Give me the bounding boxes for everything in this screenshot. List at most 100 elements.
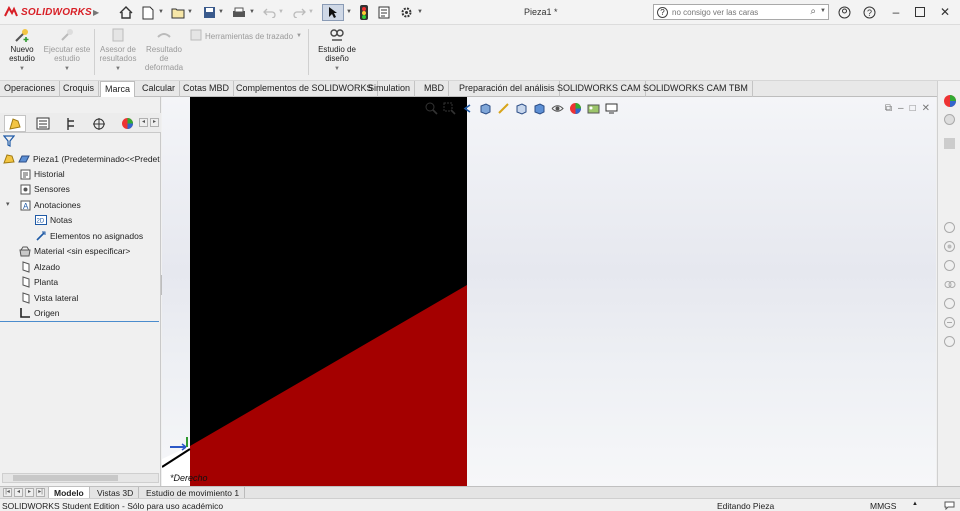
file-properties-icon[interactable] xyxy=(375,4,393,21)
tree-label: Historial xyxy=(34,169,65,179)
close-icon[interactable]: ✕ xyxy=(938,5,952,19)
tab-simulation[interactable]: Simulation xyxy=(364,81,416,97)
calculator-icon[interactable] xyxy=(942,334,957,349)
new-document-icon[interactable] xyxy=(139,4,157,21)
tree-item-planta[interactable]: Planta xyxy=(19,275,58,289)
design-library-icon[interactable] xyxy=(942,112,957,127)
edit-appearance-icon[interactable] xyxy=(568,101,582,115)
window-close-icon[interactable]: ✕ xyxy=(922,103,930,114)
tab-solidworks-cam-tbm[interactable]: SOLIDWORKS CAM TBM xyxy=(639,81,753,97)
home-icon[interactable] xyxy=(117,4,135,21)
apply-scene-icon[interactable] xyxy=(586,101,600,115)
window-maximize-icon[interactable]: □ xyxy=(910,103,916,114)
chevron-down-icon[interactable]: ▼ xyxy=(820,8,826,14)
search-icon[interactable]: ⌕ xyxy=(810,6,816,17)
tab-marca[interactable]: Marca xyxy=(100,81,136,98)
gear-icon[interactable] xyxy=(397,4,415,21)
tab-solidworks-cam[interactable]: SOLIDWORKS CAM xyxy=(553,81,646,97)
chevron-up-icon[interactable]: ▲ xyxy=(912,501,918,507)
tab-cotas-mbd[interactable]: Cotas MBD xyxy=(179,81,235,97)
solidworks-logo[interactable]: SOLIDWORKS xyxy=(4,5,92,18)
custom-properties-icon[interactable] xyxy=(942,136,957,151)
chevron-down-icon[interactable]: ▼ xyxy=(313,65,361,74)
tree-item-elementos-no-asignados[interactable]: Elementos no asignados xyxy=(35,229,143,243)
tree-item-vista-lateral[interactable]: Vista lateral xyxy=(19,291,78,305)
minimize-icon[interactable]: – xyxy=(889,5,903,19)
filter-icon[interactable] xyxy=(2,135,16,149)
forum-icon[interactable] xyxy=(942,315,957,330)
first-tab-icon[interactable]: |◂ xyxy=(3,488,12,497)
display-manager-tab-icon[interactable] xyxy=(116,115,138,132)
tree-item-alzado[interactable]: Alzado xyxy=(19,260,60,274)
chevron-down-icon[interactable]: ▼ xyxy=(158,9,164,15)
chevron-down-icon[interactable]: ▼ xyxy=(6,65,38,74)
design-study-button[interactable]: Estudio de diseño ▼ xyxy=(313,27,361,74)
dimxpert-tab-icon[interactable] xyxy=(88,115,110,132)
tab-operaciones[interactable]: Operaciones xyxy=(0,81,61,97)
svg-text:2D: 2D xyxy=(37,219,45,225)
search-box[interactable]: ? ⌕ ▼ xyxy=(653,4,829,20)
open-folder-icon[interactable] xyxy=(169,4,187,21)
chevron-down-icon[interactable]: ▼ xyxy=(187,9,193,15)
collapse-icon[interactable]: ▾ xyxy=(6,200,10,208)
chevron-right-icon[interactable]: ▸ xyxy=(150,118,159,127)
tree-item-historial[interactable]: Historial xyxy=(19,167,65,181)
chevron-left-icon[interactable]: ◂ xyxy=(139,118,148,127)
tab-mbd[interactable]: MBD xyxy=(420,81,449,97)
select-cursor-icon[interactable] xyxy=(322,4,344,21)
search-input[interactable] xyxy=(672,6,802,19)
user-account-icon[interactable] xyxy=(837,5,851,19)
rebuild-icon[interactable] xyxy=(355,4,373,21)
chevron-down-icon[interactable]: ▼ xyxy=(346,9,352,15)
rollback-bar[interactable] xyxy=(0,321,159,322)
next-tab-icon[interactable]: ▸ xyxy=(25,488,34,497)
hide-show-items-icon[interactable] xyxy=(550,101,564,115)
print-icon[interactable] xyxy=(230,4,248,21)
solidworks-resources-icon[interactable] xyxy=(942,239,957,254)
plot-tools-icon xyxy=(190,29,202,43)
save-icon[interactable] xyxy=(200,4,218,21)
help-icon[interactable]: ? xyxy=(862,5,876,19)
zoom-area-icon[interactable] xyxy=(442,101,456,115)
tree-item-origen[interactable]: Origen xyxy=(19,306,60,320)
view-palette-side-icon[interactable] xyxy=(942,220,957,235)
units-selector[interactable]: MMGS xyxy=(870,501,896,511)
graphics-area[interactable]: ⧉ – □ ✕ *Derecho xyxy=(162,97,936,486)
chevron-down-icon[interactable]: ▼ xyxy=(218,9,224,15)
appearances-icon[interactable] xyxy=(942,93,957,108)
window-minimize-icon[interactable]: – xyxy=(898,103,904,114)
tree-item-material[interactable]: Material <sin especificar> xyxy=(19,244,130,258)
tree-root-part[interactable]: Pieza1 (Predeterminado<<Predet xyxy=(3,152,160,166)
new-study-button[interactable]: Nuevo estudio ▼ xyxy=(6,27,38,74)
display-style-icon[interactable] xyxy=(532,101,546,115)
chevron-down-icon[interactable]: ▼ xyxy=(417,9,423,15)
tree-item-notas[interactable]: 2D Notas xyxy=(35,213,72,227)
view-orientation-icon[interactable] xyxy=(514,101,528,115)
tree-item-sensores[interactable]: Sensores xyxy=(19,182,70,196)
search-results-icon[interactable] xyxy=(942,296,957,311)
tab-complementos[interactable]: Complementos de SOLIDWORKS xyxy=(232,81,378,97)
window-restore-icon[interactable]: ⧉ xyxy=(885,103,892,114)
menu-expand-icon[interactable]: ▶ xyxy=(93,8,99,17)
previous-view-icon[interactable] xyxy=(460,101,474,115)
tab-croquis[interactable]: Croquis xyxy=(59,81,100,97)
chat-icon[interactable] xyxy=(944,501,955,511)
dynamic-annotation-icon[interactable] xyxy=(496,101,510,115)
last-tab-icon[interactable]: ▸| xyxy=(36,488,45,497)
configuration-manager-tab-icon[interactable] xyxy=(60,115,82,132)
3d-content-central-icon[interactable] xyxy=(942,258,957,273)
scrollbar-thumb[interactable] xyxy=(13,475,118,481)
view-settings-icon[interactable] xyxy=(604,101,618,115)
horizontal-scrollbar[interactable] xyxy=(2,473,159,483)
restore-icon[interactable] xyxy=(913,5,927,19)
section-view-icon[interactable] xyxy=(478,101,492,115)
tab-preparacion-analisis[interactable]: Preparación del análisis xyxy=(455,81,560,97)
property-manager-tab-icon[interactable] xyxy=(32,115,54,132)
zoom-to-fit-icon[interactable] xyxy=(424,101,438,115)
tree-item-anotaciones[interactable]: A Anotaciones xyxy=(19,198,81,212)
tab-calcular[interactable]: Calcular xyxy=(138,81,181,97)
chevron-down-icon[interactable]: ▼ xyxy=(249,9,255,15)
file-explorer-icon[interactable] xyxy=(942,277,957,292)
feature-manager-tab-icon[interactable] xyxy=(4,115,26,132)
prev-tab-icon[interactable]: ◂ xyxy=(14,488,23,497)
